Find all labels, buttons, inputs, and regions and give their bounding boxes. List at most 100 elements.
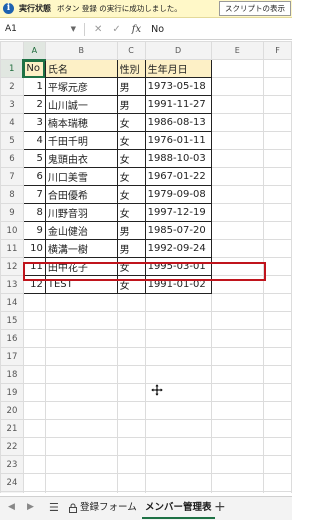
row-header[interactable]: 3 <box>0 95 24 114</box>
cell[interactable] <box>210 239 265 258</box>
row-header[interactable]: 9 <box>0 203 24 222</box>
cell[interactable] <box>210 167 265 186</box>
cell[interactable] <box>263 491 292 493</box>
cell[interactable] <box>210 455 265 474</box>
cell[interactable] <box>210 491 265 493</box>
cell[interactable]: 生年月日 <box>144 59 212 78</box>
cell[interactable] <box>263 347 292 366</box>
cell[interactable] <box>116 347 146 366</box>
cell[interactable] <box>22 401 46 420</box>
view-script-button[interactable]: スクリプトの表示 <box>219 1 291 16</box>
cell[interactable]: 平塚元彦 <box>44 77 118 96</box>
cell[interactable]: 男 <box>116 221 146 240</box>
cell[interactable] <box>22 329 46 348</box>
cell[interactable] <box>22 293 46 312</box>
cell[interactable] <box>210 419 265 438</box>
cell[interactable]: 3 <box>22 113 46 132</box>
column-header-f[interactable]: F <box>263 41 292 60</box>
cell[interactable]: 1985-07-20 <box>144 221 212 240</box>
column-header-e[interactable]: E <box>210 41 265 60</box>
cell[interactable] <box>263 275 292 294</box>
cell[interactable]: 8 <box>22 203 46 222</box>
row-header[interactable]: 8 <box>0 185 24 204</box>
cell[interactable] <box>22 347 46 366</box>
cell[interactable]: 12 <box>22 275 46 294</box>
plus-icon[interactable]: + <box>214 499 226 515</box>
cell[interactable] <box>144 473 212 492</box>
fx-icon[interactable]: fx <box>132 24 141 35</box>
cell-grid[interactable]: ABCDEF 1 No 氏名 性別 生年月日 2 1 平塚元彦男 1973-05-18 3 2 山川誠… <box>0 41 292 493</box>
row-header[interactable]: 18 <box>0 365 24 384</box>
cell[interactable] <box>22 437 46 456</box>
cell[interactable] <box>144 455 212 474</box>
column-header-b[interactable]: B <box>44 41 118 60</box>
cell[interactable] <box>22 311 46 330</box>
cell[interactable] <box>210 131 265 150</box>
cell[interactable] <box>116 491 146 493</box>
cell[interactable]: 1973-05-18 <box>144 77 212 96</box>
menu-icon[interactable]: ☰ <box>49 501 59 514</box>
spreadsheet-grid[interactable]: ABCDEF 1 No 氏名 性別 生年月日 2 1 平塚元彦男 1973-05-18 3 2 山川誠… <box>0 41 292 493</box>
row-header[interactable]: 24 <box>0 473 24 492</box>
row-header[interactable]: 5 <box>0 131 24 150</box>
cell[interactable] <box>144 419 212 438</box>
cell[interactable] <box>22 455 46 474</box>
cell[interactable] <box>116 473 146 492</box>
cell[interactable] <box>210 365 265 384</box>
chevron-down-icon[interactable]: ▼ <box>71 21 76 38</box>
row-header[interactable]: 7 <box>0 167 24 186</box>
cell[interactable]: 男 <box>116 239 146 258</box>
cell[interactable]: 1967-01-22 <box>144 167 212 186</box>
cell[interactable]: 1991-11-27 <box>144 95 212 114</box>
column-header-d[interactable]: D <box>144 41 212 60</box>
cell[interactable] <box>210 473 265 492</box>
cell[interactable] <box>210 257 265 276</box>
cell[interactable] <box>263 95 292 114</box>
cell[interactable]: 女 <box>116 131 146 150</box>
cell[interactable]: 1988-10-03 <box>144 149 212 168</box>
cell[interactable]: 4 <box>22 131 46 150</box>
cell[interactable]: No <box>22 59 46 78</box>
cell[interactable] <box>210 185 265 204</box>
column-header-c[interactable]: C <box>116 41 146 60</box>
cell[interactable] <box>263 149 292 168</box>
cell[interactable] <box>210 95 265 114</box>
cell[interactable]: 女 <box>116 113 146 132</box>
cell[interactable] <box>210 221 265 240</box>
cell[interactable] <box>263 59 292 78</box>
cell[interactable]: 楠本瑞穂 <box>44 113 118 132</box>
cell[interactable] <box>263 185 292 204</box>
cell[interactable] <box>210 437 265 456</box>
row-header[interactable]: 14 <box>0 293 24 312</box>
row-header[interactable]: 20 <box>0 401 24 420</box>
cell[interactable] <box>116 401 146 420</box>
cell[interactable] <box>22 473 46 492</box>
cell[interactable] <box>116 365 146 384</box>
cell[interactable]: 1991-01-02 <box>144 275 212 294</box>
cell[interactable]: 金山健治 <box>44 221 118 240</box>
cell[interactable]: TEST <box>44 275 118 294</box>
row-header[interactable]: 12 <box>0 257 24 276</box>
cell[interactable]: 川口美雪 <box>44 167 118 186</box>
cell[interactable] <box>44 455 118 474</box>
cell[interactable]: 氏名 <box>44 59 118 78</box>
cell[interactable] <box>22 365 46 384</box>
row-header[interactable]: 10 <box>0 221 24 240</box>
cell[interactable]: 女 <box>116 275 146 294</box>
cell[interactable] <box>116 293 146 312</box>
row-header[interactable]: 25 <box>0 491 24 493</box>
cell[interactable] <box>44 401 118 420</box>
cell[interactable]: 女 <box>116 185 146 204</box>
row-header[interactable]: 2 <box>0 77 24 96</box>
row-header[interactable]: 13 <box>0 275 24 294</box>
name-box[interactable]: A1 ▼ <box>2 21 80 38</box>
scroll-left-icon[interactable]: ◀ <box>8 502 15 512</box>
cell[interactable] <box>144 293 212 312</box>
cell[interactable] <box>263 329 292 348</box>
cell[interactable]: 合田優希 <box>44 185 118 204</box>
cell[interactable] <box>144 491 212 493</box>
cell[interactable]: 5 <box>22 149 46 168</box>
cell[interactable] <box>116 383 146 402</box>
row-header[interactable]: 19 <box>0 383 24 402</box>
cell[interactable] <box>44 419 118 438</box>
